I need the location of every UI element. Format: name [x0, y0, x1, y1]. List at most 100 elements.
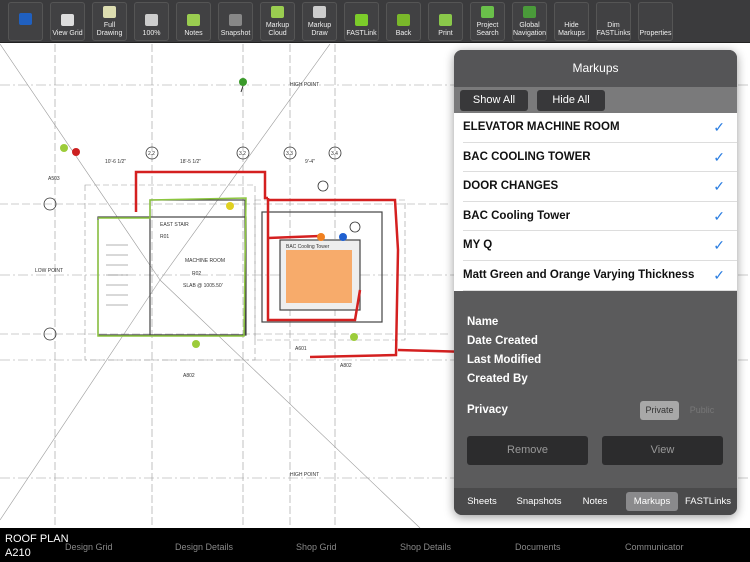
view-button[interactable]: View [602, 436, 723, 465]
checkmark-icon: ✓ [713, 178, 725, 195]
dimension-label: 18'-5 1/2" [180, 159, 201, 165]
tab-markups[interactable]: Markups [626, 492, 678, 511]
privacy-label: Privacy [467, 404, 508, 416]
checkmark-icon: ✓ [713, 119, 725, 135]
low-point-label: LOW POINT [35, 268, 63, 274]
toolbar: View Grid Full Drawing 100% Notes Snapshot Ma… [0, 0, 750, 43]
nav-documents[interactable]: Documents [515, 542, 561, 552]
fastlink-pin-icon[interactable] [60, 144, 80, 156]
back-icon [396, 13, 412, 27]
a601-label: A601 [295, 346, 307, 352]
fieldwire-logo-icon [18, 12, 34, 26]
privacy-private-option[interactable]: Private [640, 401, 679, 420]
show-all-button[interactable]: Show All [460, 90, 528, 111]
button-label: Dim FASTLinks [596, 22, 631, 37]
camera-icon [228, 13, 244, 27]
dimension-label: 9'-4" [305, 159, 315, 165]
project-search-button[interactable]: Project Search [470, 2, 505, 41]
properties-button[interactable]: Properties [638, 2, 673, 41]
markup-list-item[interactable]: Matt Green and Orange Varying Thickness ✓ [463, 261, 737, 291]
slab-label: SLAB @ 1005.50' [183, 283, 223, 289]
name-label: Name [467, 316, 499, 328]
grid-icon [60, 13, 76, 27]
cloud-icon [270, 5, 286, 19]
view-grid-button[interactable]: View Grid [50, 2, 85, 41]
privacy-public-option[interactable]: Public [682, 401, 722, 420]
tab-sheets[interactable]: Sheets [458, 492, 506, 511]
cooling-tower-tag: BAC Cooling Tower [286, 244, 330, 250]
markup-name: Matt Green and Orange Varying Thickness [463, 268, 695, 281]
globe-icon [522, 5, 538, 19]
print-button[interactable]: Print [428, 2, 463, 41]
100--button[interactable]: 100% [134, 2, 169, 41]
nav-design-grid[interactable]: Design Grid [65, 542, 113, 552]
markup-list-item[interactable]: ELEVATOR MACHINE ROOM ✓ [463, 113, 737, 143]
nav-communicator[interactable]: Communicator [625, 542, 684, 552]
checkmark-icon: ✓ [713, 207, 725, 224]
a802-label: A802 [183, 373, 195, 379]
full-drawing-button[interactable]: Full Drawing [92, 2, 127, 41]
snapshot-button[interactable]: Snapshot [218, 2, 253, 41]
printer-icon [438, 13, 454, 27]
global-navigation-button[interactable]: Global Navigation [512, 2, 547, 41]
remove-button[interactable]: Remove [467, 436, 588, 465]
room-r02-label: R02 [192, 271, 201, 277]
button-label: Print [438, 30, 453, 37]
markup-draw-button[interactable]: Markup Draw [302, 2, 337, 41]
button-label: Markup Draw [307, 22, 332, 37]
fastlink-pin-icon[interactable] [226, 202, 234, 210]
nav-shop-grid[interactable]: Shop Grid [296, 542, 337, 552]
tab-fastlinks[interactable]: FASTLinks [682, 492, 734, 511]
search-icon [480, 5, 496, 19]
checkmark-icon: ✓ [713, 148, 725, 165]
high-point-label-2: HIGH POINT [290, 472, 319, 478]
markup-name: DOOR CHANGES [463, 180, 559, 193]
button-label: Hide Markups [558, 22, 585, 37]
button-label: Snapshot [220, 30, 251, 37]
markup-cloud-button[interactable]: Markup Cloud [260, 2, 295, 41]
grid-label: 3.2 [239, 151, 246, 157]
bottom-bar: ROOF PLAN A210 Design Grid Design Details… [0, 528, 750, 562]
fastlink-button[interactable]: FASTLink [344, 2, 379, 41]
hide-markups-button[interactable]: Hide Markups [554, 2, 589, 41]
markup-list-item[interactable]: DOOR CHANGES ✓ [463, 172, 737, 202]
nav-design-details[interactable]: Design Details [175, 542, 233, 552]
notes-button[interactable]: Notes [176, 2, 211, 41]
hide-all-button[interactable]: Hide All [537, 90, 605, 111]
markup-name: BAC COOLING TOWER [463, 150, 591, 163]
checkmark-icon: ✓ [713, 237, 725, 254]
machine-room-label: MACHINE ROOM [185, 258, 225, 264]
high-point-label: HIGH POINT [290, 82, 319, 88]
logo-button[interactable] [8, 2, 43, 41]
button-label: Full Drawing [96, 22, 123, 37]
a802-label-2: A802 [340, 363, 352, 369]
button-label: Back [395, 30, 412, 37]
nav-shop-details[interactable]: Shop Details [400, 542, 451, 552]
notes-icon [186, 13, 202, 27]
markup-list-item[interactable]: BAC COOLING TOWER ✓ [463, 143, 737, 173]
markup-name: ELEVATOR MACHINE ROOM [463, 121, 620, 133]
markup-list-item[interactable]: MY Q ✓ [463, 231, 737, 261]
last-modified-label: Last Modified [467, 354, 542, 366]
grid-label: 2.2 [148, 151, 155, 157]
markup-list-item[interactable]: BAC Cooling Tower ✓ [463, 202, 737, 232]
button-label: View Grid [52, 30, 83, 37]
dimension-label: 10'-6 1/2" [105, 159, 126, 165]
date-created-label: Date Created [467, 335, 538, 347]
button-label: FASTLink [346, 30, 377, 37]
panel-tabs: Sheets Snapshots Notes Markups FASTLinks [454, 488, 737, 515]
grid-label: 3.4 [331, 151, 338, 157]
room-r01-label: R01 [160, 234, 169, 240]
markup-name: MY Q [463, 239, 493, 252]
button-label: Global Navigation [512, 22, 547, 37]
markup-name: BAC Cooling Tower [463, 209, 571, 222]
pushpin-icon [354, 13, 370, 27]
dim-fastlinks-button[interactable]: Dim FASTLinks [596, 2, 631, 41]
button-label: Markup Cloud [265, 22, 290, 37]
tab-notes[interactable]: Notes [570, 492, 620, 511]
sheet-number: A210 [5, 547, 31, 559]
a503-label: A503 [48, 176, 60, 182]
back-button[interactable]: Back [386, 2, 421, 41]
button-label: Project Search [476, 22, 499, 37]
tab-snapshots[interactable]: Snapshots [511, 492, 567, 511]
